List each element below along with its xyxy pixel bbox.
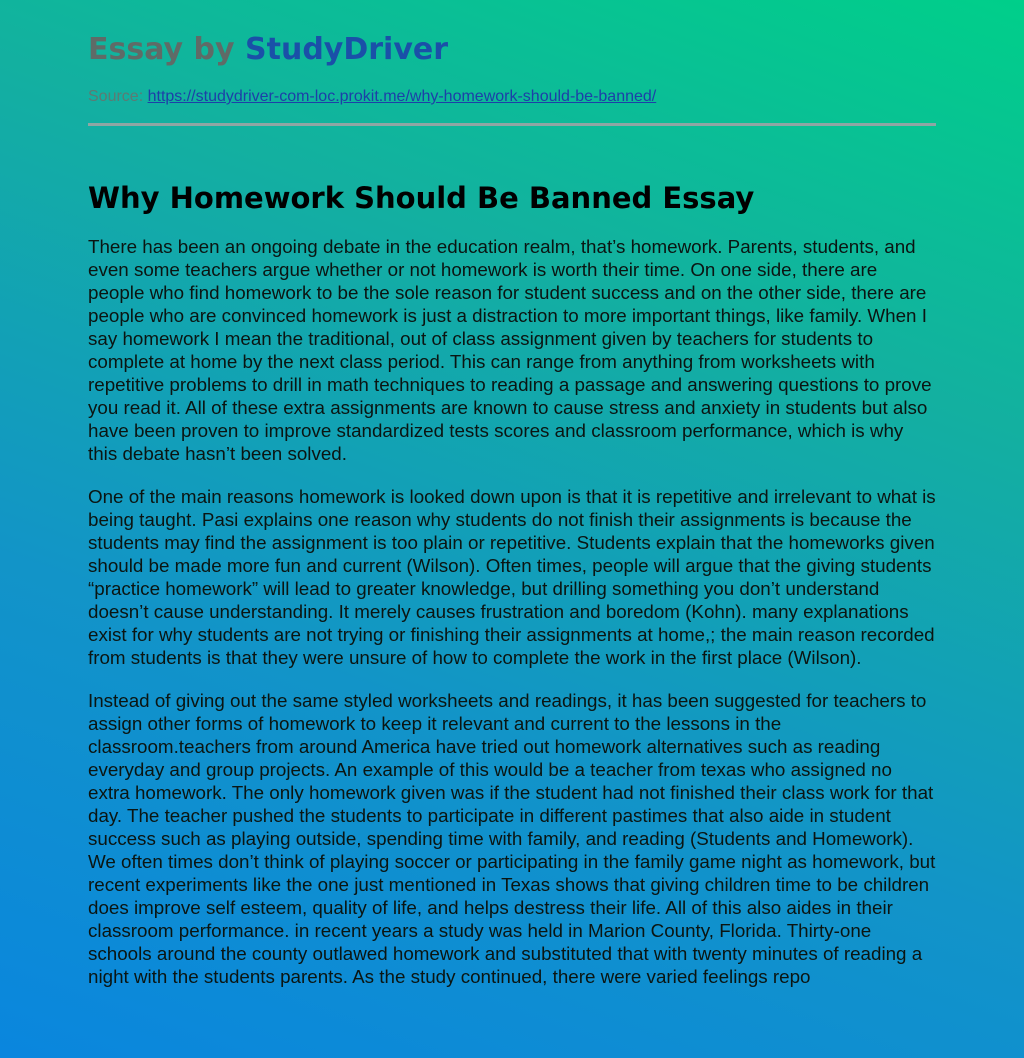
source-label: Source: bbox=[88, 88, 144, 105]
essay-article: Why Homework Should Be Banned Essay Ther… bbox=[88, 178, 936, 1008]
brand-heading: Essay by StudyDriver bbox=[88, 30, 936, 70]
essay-paragraph: There has been an ongoing debate in the … bbox=[88, 236, 932, 464]
site-header: Essay by StudyDriver Source: https://stu… bbox=[88, 30, 936, 108]
brand-prefix: Essay by bbox=[88, 32, 235, 67]
source-line: Source: https://studydriver-com-loc.prok… bbox=[88, 86, 936, 108]
source-link[interactable]: https://studydriver-com-loc.prokit.me/wh… bbox=[148, 88, 657, 105]
essay-page: Essay by StudyDriver Source: https://stu… bbox=[0, 0, 1024, 1058]
brand-name: StudyDriver bbox=[245, 32, 449, 67]
essay-paragraph: Instead of giving out the same styled wo… bbox=[88, 690, 936, 987]
header-divider bbox=[88, 123, 936, 126]
essay-paragraph: One of the main reasons homework is look… bbox=[88, 486, 936, 668]
essay-title: Why Homework Should Be Banned Essay bbox=[88, 181, 755, 215]
